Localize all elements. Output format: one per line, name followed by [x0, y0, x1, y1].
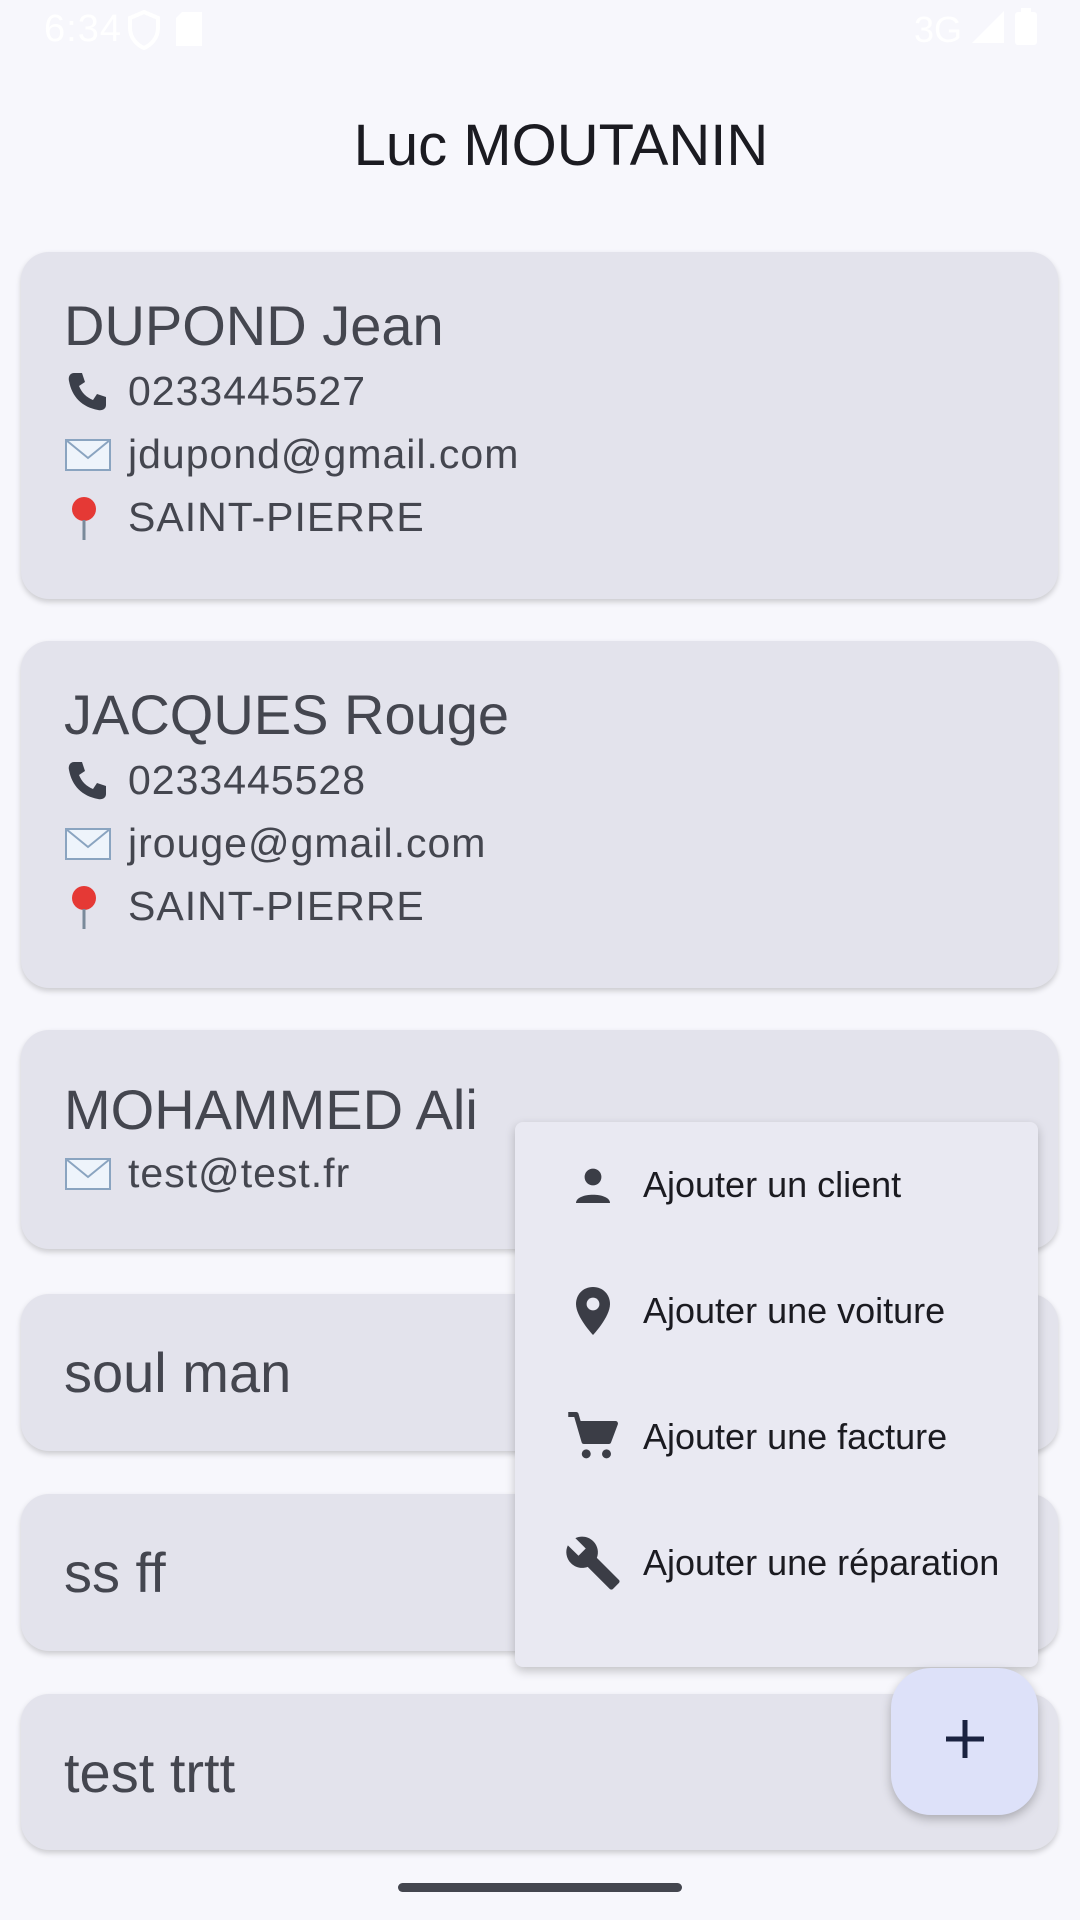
client-email-row: jdupond@gmail.com — [64, 423, 1058, 486]
client-phone: 0233445528 — [128, 757, 367, 803]
client-name: JACQUES Rouge — [64, 683, 510, 746]
client-email-row: jrouge@gmail.com — [64, 812, 1058, 875]
cart-icon — [551, 1410, 635, 1464]
menu-item-add-invoice[interactable]: Ajouter une facture — [515, 1374, 1038, 1500]
person-icon — [551, 1161, 635, 1209]
client-email: test@test.fr — [128, 1150, 351, 1196]
phone-icon — [64, 369, 128, 415]
add-fab-button[interactable] — [891, 1668, 1038, 1815]
network-type: 3G — [913, 8, 962, 50]
menu-item-label: Ajouter une voiture — [643, 1290, 946, 1331]
envelope-icon — [64, 827, 128, 861]
menu-item-add-repair[interactable]: Ajouter une réparation — [515, 1500, 1038, 1626]
pushpin-icon — [64, 883, 128, 931]
page-title: Luc MOUTANIN — [353, 113, 769, 178]
client-city: SAINT-PIERRE — [128, 883, 425, 929]
status-time: 6:34 — [44, 8, 122, 50]
client-city-row: SAINT-PIERRE — [64, 486, 1058, 549]
menu-item-label: Ajouter un client — [643, 1164, 902, 1205]
client-card[interactable]: DUPOND Jean 0233445527 jdupond@gmail.com… — [21, 252, 1058, 599]
menu-item-label: Ajouter une réparation — [643, 1542, 1000, 1583]
add-menu: Ajouter un client Ajouter une voiture Aj… — [515, 1122, 1038, 1667]
battery-icon — [1014, 8, 1038, 51]
client-city-row: SAINT-PIERRE — [64, 875, 1058, 938]
status-bar: 6:34 3G — [0, 0, 1080, 62]
client-phone: 0233445527 — [128, 368, 367, 414]
wrench-icon — [551, 1534, 635, 1592]
menu-item-label: Ajouter une facture — [643, 1416, 948, 1457]
client-name: DUPOND Jean — [64, 294, 444, 357]
client-email: jdupond@gmail.com — [128, 431, 520, 477]
pushpin-icon — [64, 494, 128, 542]
phone-icon — [64, 758, 128, 804]
sd-card-icon — [174, 10, 204, 55]
menu-item-add-car[interactable]: Ajouter une voiture — [515, 1248, 1038, 1374]
shield-icon — [128, 9, 160, 55]
client-email: jrouge@gmail.com — [128, 820, 487, 866]
location-pin-icon — [551, 1284, 635, 1338]
client-city: SAINT-PIERRE — [128, 494, 425, 540]
plus-icon — [944, 1718, 986, 1765]
client-phone-row: 0233445527 — [64, 360, 1058, 423]
envelope-icon — [64, 1157, 128, 1191]
menu-item-add-client[interactable]: Ajouter un client — [515, 1122, 1038, 1248]
client-card[interactable]: JACQUES Rouge 0233445528 jrouge@gmail.co… — [21, 641, 1058, 988]
signal-icon — [970, 9, 1006, 50]
gesture-nav-handle[interactable] — [398, 1883, 682, 1892]
envelope-icon — [64, 438, 128, 472]
client-phone-row: 0233445528 — [64, 749, 1058, 812]
